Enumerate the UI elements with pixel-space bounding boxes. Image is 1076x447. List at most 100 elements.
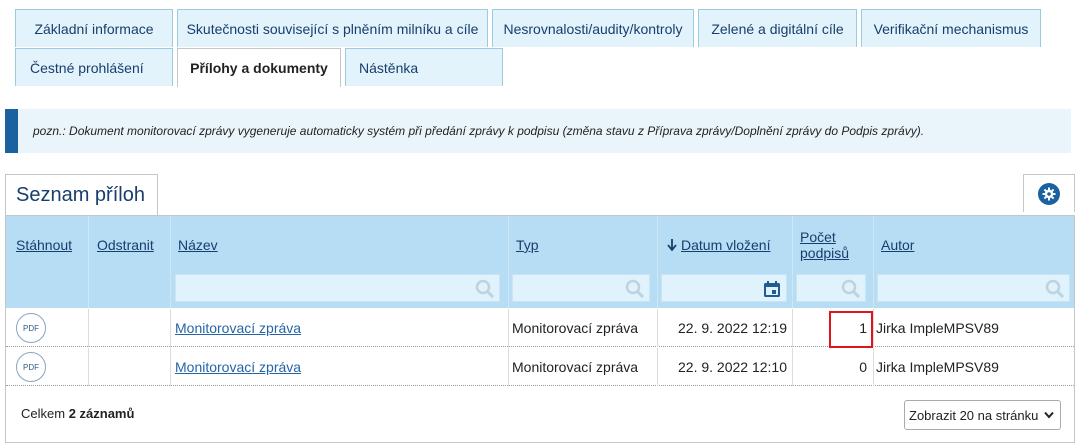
table-row: PDF Monitorovací zpráva Monitorovací zpr… [6, 309, 1074, 347]
date-value: 22. 9. 2022 12:19 [678, 320, 787, 336]
document-link[interactable]: Monitorovací zpráva [175, 320, 301, 336]
name-cell: Monitorovací zpráva [175, 309, 301, 347]
column-header-label: Datum vložení [681, 237, 771, 253]
pdf-download-icon[interactable]: PDF [16, 313, 46, 343]
chevron-down-icon [1044, 411, 1054, 419]
type-value: Monitorovací zpráva [512, 320, 639, 336]
attachments-table: Stáhnout Odstranit Název Typ Datum vlože… [5, 215, 1075, 443]
column-divider [170, 309, 171, 347]
column-divider [170, 348, 171, 386]
tab-skutecnosti[interactable]: Skutečnosti související s plněním milník… [177, 9, 488, 47]
column-divider [88, 348, 89, 386]
pdf-download-icon[interactable]: PDF [16, 352, 46, 382]
total-count: Celkem 2 záznamů [21, 406, 134, 421]
download-cell: PDF [16, 348, 46, 386]
column-divider [657, 348, 658, 386]
panel-title-text: Seznam příloh [16, 184, 145, 206]
total-count-value: 2 záznamů [68, 406, 135, 421]
tab-label: Čestné prohlášení [30, 59, 144, 76]
column-divider [88, 309, 89, 347]
author-cell: Jirka ImpleMPSV89 [876, 309, 999, 347]
gear-icon [1038, 182, 1060, 205]
tab-verifikacni-mechanismus[interactable]: Verifikační mechanismus [861, 9, 1041, 47]
column-divider [792, 309, 793, 347]
calendar-icon [764, 281, 780, 297]
column-header-label: Autor [881, 237, 915, 253]
search-icon [475, 279, 495, 299]
column-header-date[interactable]: Datum vložení [667, 216, 770, 274]
pdf-icon-label: PDF [23, 362, 39, 372]
column-header-label: Název [178, 237, 218, 253]
tab-label: Přílohy a dokumenty [190, 60, 328, 76]
column-divider [873, 348, 874, 386]
author-filter-input[interactable] [877, 274, 1070, 302]
type-value: Monitorovací zpráva [512, 359, 639, 375]
info-note: pozn.: Dokument monitorovací zprávy vyge… [5, 109, 1071, 153]
table-row: PDF Monitorovací zpráva Monitorovací zpr… [6, 348, 1074, 386]
name-filter-input[interactable] [175, 274, 500, 302]
search-icon [1045, 279, 1065, 299]
column-header-type[interactable]: Typ [516, 216, 539, 274]
tab-label: Nesrovnalosti/audity/kontroly [503, 20, 683, 37]
search-icon [625, 279, 645, 299]
column-divider [792, 216, 793, 308]
table-header: Stáhnout Odstranit Název Typ Datum vlože… [6, 216, 1074, 308]
date-filter-input[interactable] [661, 274, 787, 302]
tab-label: Verifikační mechanismus [873, 20, 1029, 37]
page-size-select[interactable]: Zobrazit 20 na stránku [904, 400, 1061, 430]
author-value: Jirka ImpleMPSV89 [876, 320, 999, 336]
column-divider [508, 216, 509, 308]
tab-label: Zelené a digitální cíle [711, 20, 844, 37]
column-divider [873, 216, 874, 308]
column-header-author[interactable]: Autor [881, 216, 914, 274]
column-divider [508, 348, 509, 386]
signatures-value: 0 [859, 359, 867, 375]
arrow-down-icon [667, 239, 677, 251]
tab-zakladni-informace[interactable]: Základní informace [15, 9, 173, 47]
highlight-box [829, 311, 873, 348]
download-cell: PDF [16, 309, 46, 347]
column-header-signatures[interactable]: Počet podpisů [800, 216, 849, 274]
type-cell: Monitorovací zpráva [512, 309, 638, 347]
tab-label: Skutečnosti související s plněním milník… [186, 20, 479, 37]
column-header-download[interactable]: Stáhnout [16, 216, 72, 274]
info-note-text: pozn.: Dokument monitorovací zprávy vyge… [33, 124, 925, 138]
page-size-value: Zobrazit 20 na stránku [909, 407, 1039, 423]
tab-nesrovnalosti[interactable]: Nesrovnalosti/audity/kontroly [492, 9, 694, 47]
author-cell: Jirka ImpleMPSV89 [876, 348, 999, 386]
column-header-label: podpisů [800, 245, 850, 261]
settings-button[interactable] [1023, 174, 1075, 212]
tab-cestne-prohlaseni[interactable]: Čestné prohlášení [15, 48, 173, 86]
date-value: 22. 9. 2022 12:10 [678, 359, 787, 375]
tab-label: Nástěnka [359, 59, 419, 76]
column-header-label: Typ [516, 237, 539, 253]
column-header-label: Stáhnout [16, 237, 73, 253]
total-prefix: Celkem [21, 406, 69, 421]
date-cell: 22. 9. 2022 12:10 [661, 348, 787, 386]
document-link[interactable]: Monitorovací zpráva [175, 359, 301, 375]
column-divider [657, 216, 658, 308]
type-filter-input[interactable] [512, 274, 650, 302]
column-divider [657, 309, 658, 347]
column-header-label: Počet [800, 229, 836, 245]
column-divider [508, 309, 509, 347]
column-header-remove[interactable]: Odstranit [97, 216, 154, 274]
tab-label: Základní informace [34, 20, 154, 37]
column-divider [88, 216, 89, 308]
signatures-filter-input[interactable] [796, 274, 866, 302]
tab-prilohy-dokumenty[interactable]: Přílohy a dokumenty [177, 48, 341, 87]
column-divider [170, 216, 171, 308]
pdf-icon-label: PDF [23, 323, 39, 333]
tab-nastenka[interactable]: Nástěnka [345, 48, 503, 86]
author-value: Jirka ImpleMPSV89 [876, 359, 999, 375]
type-cell: Monitorovací zpráva [512, 348, 638, 386]
tab-bar: Základní informace Skutečnosti souvisejí… [0, 0, 1076, 90]
column-header-name[interactable]: Název [178, 216, 218, 274]
tab-zelene-digitalni[interactable]: Zelené a digitální cíle [698, 9, 857, 47]
column-divider [792, 348, 793, 386]
search-icon [841, 279, 861, 299]
signatures-cell: 0 [796, 348, 867, 386]
panel-title: Seznam příloh [5, 174, 158, 216]
name-cell: Monitorovací zpráva [175, 348, 301, 386]
date-cell: 22. 9. 2022 12:19 [661, 309, 787, 347]
